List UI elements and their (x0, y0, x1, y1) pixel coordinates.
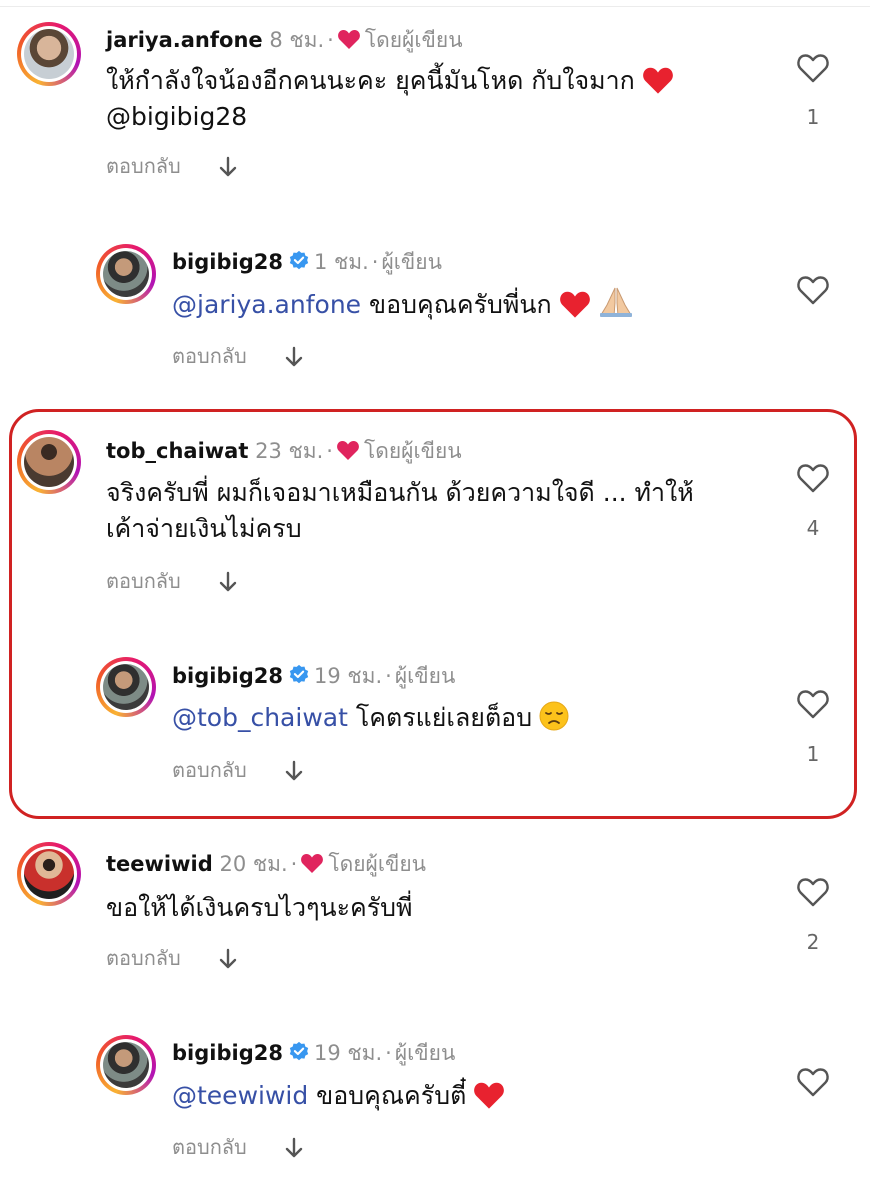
heart-outline-icon[interactable] (796, 876, 830, 908)
author-label: ผู้เขียน (394, 664, 456, 688)
author-label: ผู้เขียน (394, 1041, 456, 1065)
arrow-down-icon[interactable] (283, 1137, 305, 1159)
heart-filled-icon (337, 30, 360, 49)
red-heart-emoji-icon (474, 1082, 505, 1109)
like-count: 1 (806, 742, 820, 766)
comment-text-line1: ขอให้ได้เงินครบไวๆนะครับพี่ (106, 893, 413, 922)
username[interactable]: jariya.anfone (106, 28, 263, 52)
reply-row: ตอบกลับ (106, 942, 239, 974)
comment-text-line2: เค้าจ่ายเงินไม่ครบ (106, 514, 302, 543)
comment-meta: teewiwid 20 ชม. · โดยผู้เขียน (106, 852, 427, 876)
mention-link[interactable]: @jariya.anfone (172, 290, 361, 319)
reply-row: ตอบกลับ (172, 754, 305, 786)
like-count: 4 (806, 516, 820, 540)
avatar[interactable] (17, 430, 81, 494)
reply-meta: bigibig28 19 ชม. · ผู้เขียน (172, 664, 456, 688)
comment-meta: tob_chaiwat 23 ชม. · โดยผู้เขียน (106, 439, 462, 463)
heart-filled-icon (301, 854, 324, 873)
avatar[interactable] (96, 1035, 156, 1095)
reply-button[interactable]: ตอบกลับ (106, 569, 181, 593)
reply-text-body: ขอบคุณครับพี่นก (361, 290, 552, 319)
avatar[interactable] (17, 842, 81, 906)
arrow-down-icon[interactable] (217, 571, 239, 593)
reply-button[interactable]: ตอบกลับ (172, 1135, 247, 1159)
comment-text: ขอให้ได้เงินครบไวๆนะครับพี่ (106, 890, 766, 926)
author-label: โดยผู้เขียน (364, 28, 463, 52)
disappointed-face-emoji-icon (539, 701, 569, 731)
red-heart-emoji-icon (559, 291, 590, 318)
red-heart-emoji-icon (642, 67, 673, 94)
verified-badge-icon (289, 664, 309, 684)
timestamp: 8 ชม. (269, 28, 325, 52)
arrow-down-icon[interactable] (283, 346, 305, 368)
reply-button[interactable]: ตอบกลับ (106, 154, 181, 178)
heart-outline-icon[interactable] (796, 274, 830, 306)
reply-row: ตอบกลับ (172, 340, 305, 372)
timestamp: 19 ชม. (313, 664, 383, 688)
comment-text: ให้กำลังใจน้องอีกคนนะคะ ยุคนี้มันโหด กับ… (106, 63, 766, 135)
avatar[interactable] (17, 22, 81, 86)
mention-link[interactable]: @tob_chaiwat (172, 703, 348, 732)
reply-text: @jariya.anfone ขอบคุณครับพี่นก (172, 285, 832, 323)
arrow-down-icon[interactable] (283, 760, 305, 782)
reply-row: ตอบกลับ (172, 1131, 305, 1163)
reply-meta: bigibig28 19 ชม. · ผู้เขียน (172, 1041, 456, 1065)
reply-row: ตอบกลับ (106, 150, 239, 182)
reply-text: @teewiwid ขอบคุณครับตี๋ (172, 1078, 832, 1114)
heart-outline-icon[interactable] (796, 1066, 830, 1098)
comment-text-line1: จริงครับพี่ ผมก็เจอมาเหมือนกัน ด้วยความใ… (106, 478, 694, 507)
timestamp: 20 ชม. (219, 852, 288, 876)
username[interactable]: tob_chaiwat (106, 439, 248, 463)
author-label: โดยผู้เขียน (363, 439, 462, 463)
arrow-down-icon[interactable] (217, 156, 239, 178)
comment-text-line2: @bigibig28 (106, 102, 248, 131)
avatar[interactable] (96, 657, 156, 717)
arrow-down-icon[interactable] (217, 948, 239, 970)
avatar[interactable] (96, 244, 156, 304)
reply-button[interactable]: ตอบกลับ (172, 344, 247, 368)
mention-link[interactable]: @teewiwid (172, 1081, 308, 1110)
top-divider (0, 6, 870, 7)
username[interactable]: bigibig28 (172, 250, 283, 274)
timestamp: 19 ชม. (313, 1041, 383, 1065)
heart-outline-icon[interactable] (796, 52, 830, 84)
comment-meta: jariya.anfone 8 ชม. · โดยผู้เขียน (106, 28, 463, 52)
username[interactable]: bigibig28 (172, 664, 283, 688)
timestamp: 1 ชม. (313, 250, 369, 274)
folded-hands-emoji-icon (599, 287, 632, 317)
like-count: 1 (806, 105, 820, 129)
reply-button[interactable]: ตอบกลับ (172, 758, 247, 782)
author-label: โดยผู้เขียน (328, 852, 427, 876)
timestamp: 23 ชม. (255, 439, 324, 463)
reply-text-body: โคตรแย่เลยต็อบ (347, 703, 533, 732)
comment-text: จริงครับพี่ ผมก็เจอมาเหมือนกัน ด้วยความใ… (106, 475, 766, 547)
reply-text-body: ขอบคุณครับตี๋ (308, 1081, 467, 1110)
username[interactable]: bigibig28 (172, 1041, 283, 1065)
heart-outline-icon[interactable] (796, 688, 830, 720)
verified-badge-icon (289, 250, 309, 270)
comment-text-line1: ให้กำลังใจน้องอีกคนนะคะ ยุคนี้มันโหด กับ… (106, 66, 635, 95)
reply-meta: bigibig28 1 ชม. · ผู้เขียน (172, 250, 442, 274)
reply-row: ตอบกลับ (106, 565, 239, 597)
heart-outline-icon[interactable] (796, 462, 830, 494)
author-label: ผู้เขียน (381, 250, 442, 274)
heart-filled-icon (337, 441, 359, 460)
reply-button[interactable]: ตอบกลับ (106, 946, 181, 970)
like-count: 2 (806, 930, 820, 954)
username[interactable]: teewiwid (106, 852, 213, 876)
reply-text: @tob_chaiwat โคตรแย่เลยต็อบ (172, 700, 832, 736)
highlight-box (9, 409, 857, 819)
verified-badge-icon (289, 1041, 309, 1061)
